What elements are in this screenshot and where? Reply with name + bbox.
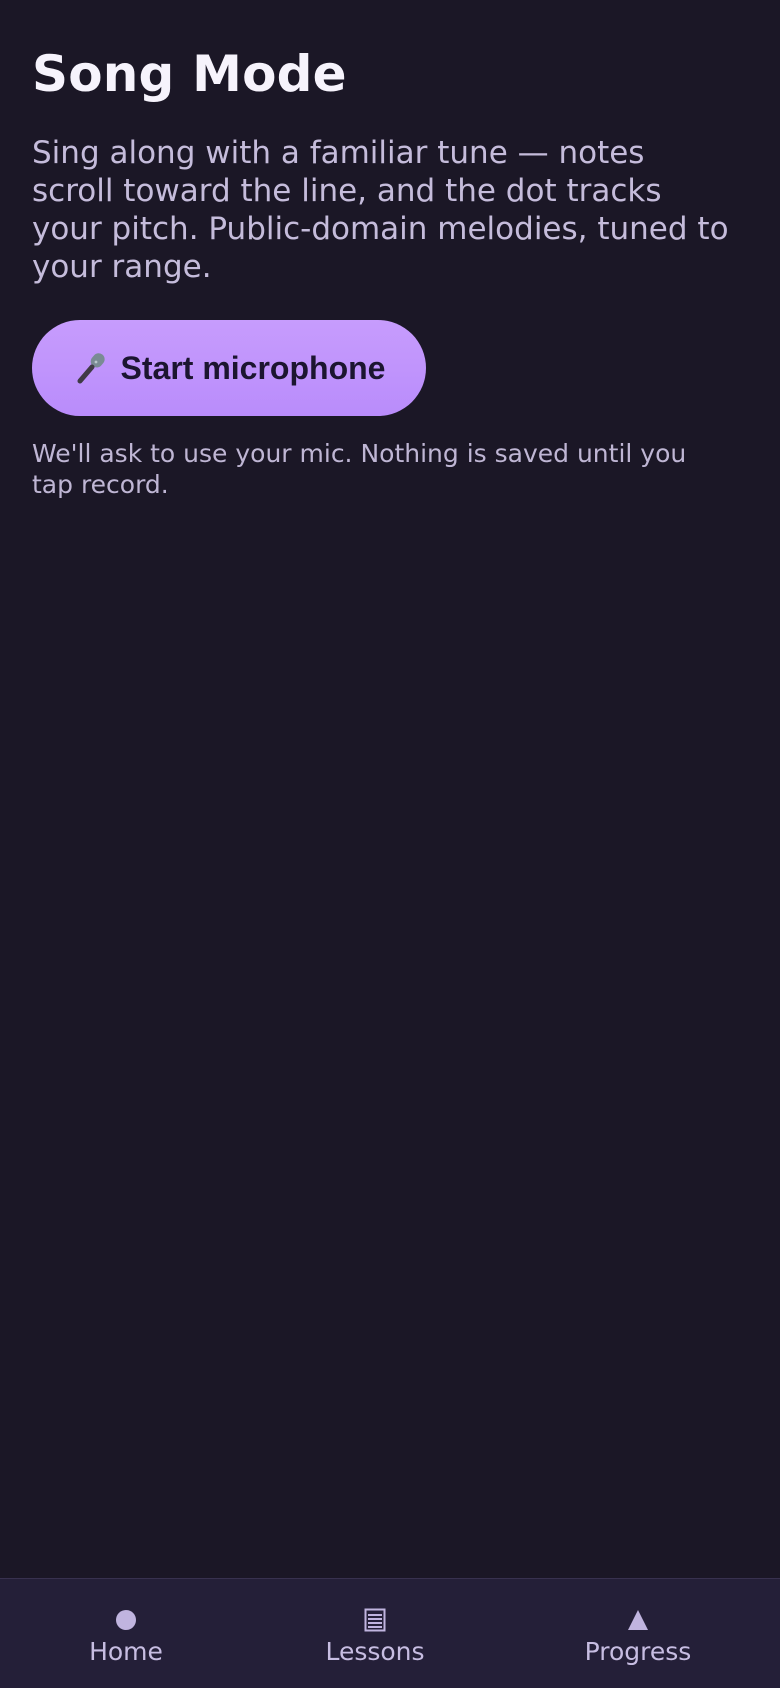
- start-microphone-label: Start microphone: [120, 349, 386, 386]
- page-title: Song Mode: [32, 45, 347, 103]
- song-mode-screen: Song Mode Sing along with a familiar tun…: [0, 0, 780, 1578]
- tab-lessons[interactable]: Lessons: [318, 1579, 432, 1688]
- tab-home-label: Home: [89, 1637, 163, 1666]
- lessons-list-icon: [364, 1607, 386, 1633]
- tab-lessons-label: Lessons: [325, 1637, 425, 1666]
- start-microphone-button[interactable]: Start microphone: [32, 320, 426, 416]
- microphone-icon: [73, 349, 111, 387]
- home-dot-icon: [115, 1607, 137, 1633]
- tab-progress[interactable]: Progress: [578, 1579, 698, 1688]
- tab-progress-label: Progress: [584, 1637, 692, 1666]
- bottom-tab-bar: Home Lessons Progress: [0, 1578, 780, 1688]
- tab-home[interactable]: Home: [76, 1579, 176, 1688]
- intro-text: Sing along with a familiar tune — notes …: [32, 135, 729, 285]
- microphone-note: We'll ask to use your mic. Nothing is sa…: [32, 439, 687, 499]
- progress-triangle-icon: [627, 1607, 649, 1633]
